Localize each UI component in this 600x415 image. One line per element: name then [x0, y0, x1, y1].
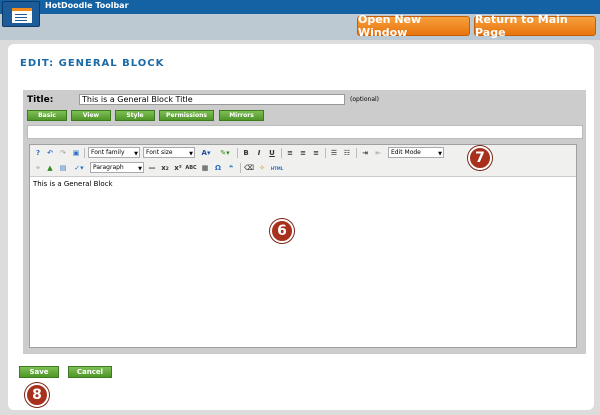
- toolbar-title-bar: HotDoodle Toolbar: [0, 0, 600, 14]
- editor-toolbar: ? ↶ ↷ ▣ Font family ▼ Font size ▼ A▾ ✎▾ B …: [30, 145, 576, 177]
- app-toolbar: HotDoodle Toolbar Open New Window Return…: [0, 0, 600, 40]
- title-label: Title:: [27, 95, 54, 105]
- subscript-icon[interactable]: x₂: [160, 163, 170, 173]
- toolbar-title: HotDoodle Toolbar: [45, 1, 129, 10]
- underline-icon[interactable]: U: [267, 148, 277, 158]
- blockquote-icon[interactable]: ❝: [226, 163, 236, 173]
- callout-badge-save: 8: [25, 383, 49, 407]
- cleanup-icon[interactable]: ✧: [257, 163, 267, 173]
- table-icon[interactable]: ▦: [200, 163, 210, 173]
- block-editor-container: Title: (optional) Basic View Style Permi…: [23, 90, 586, 354]
- outdent-icon[interactable]: ⇤: [373, 148, 383, 158]
- ordered-list-icon[interactable]: ☰: [329, 148, 339, 158]
- eraser-icon[interactable]: ⌫: [244, 163, 254, 173]
- editor-content-area[interactable]: This is a General Block: [30, 178, 576, 347]
- bold-icon[interactable]: B: [241, 148, 251, 158]
- tab-content-strip: [27, 125, 583, 139]
- insert-media-icon[interactable]: ▤: [58, 163, 68, 173]
- align-right-icon[interactable]: ≡: [311, 148, 321, 158]
- align-center-icon[interactable]: ≡: [298, 148, 308, 158]
- undo-icon[interactable]: ↶: [45, 148, 55, 158]
- title-input[interactable]: [79, 94, 345, 105]
- editor-content-text: This is a General Block: [33, 180, 113, 188]
- open-new-window-button[interactable]: Open New Window: [357, 13, 470, 39]
- paragraph-format-select[interactable]: Paragraph ▼: [90, 162, 144, 173]
- callout-badge-toolbar: 7: [468, 146, 492, 170]
- edit-mode-select[interactable]: Edit Mode ▼: [388, 147, 444, 158]
- redo-icon[interactable]: ↷: [58, 148, 68, 158]
- italic-icon[interactable]: I: [254, 148, 264, 158]
- unordered-list-icon[interactable]: ☷: [342, 148, 352, 158]
- html-icon[interactable]: HTML: [270, 163, 284, 173]
- tab-view[interactable]: View: [71, 110, 111, 121]
- return-main-page-button[interactable]: Return to Main Page: [474, 13, 596, 39]
- paragraph-format-value: Paragraph: [93, 164, 124, 171]
- strikethrough-icon[interactable]: ABC: [185, 163, 196, 173]
- callout-badge-editor: 6: [270, 219, 294, 243]
- main-panel: EDIT: GENERAL BLOCK Title: (optional) Ba…: [8, 44, 594, 410]
- edit-mode-value: Edit Mode: [391, 149, 421, 156]
- hotdoodle-logo-icon: [2, 1, 40, 27]
- optional-label: (optional): [350, 96, 379, 103]
- font-family-select[interactable]: Font family ▼: [88, 147, 140, 158]
- spellcheck-icon[interactable]: ✓▾: [71, 163, 87, 173]
- text-color-icon[interactable]: A▾: [198, 148, 214, 158]
- superscript-icon[interactable]: x²: [173, 163, 183, 173]
- save-button[interactable]: Save: [19, 366, 59, 378]
- tab-permissions[interactable]: Permissions: [159, 110, 214, 121]
- unlink-icon[interactable]: ⚭: [33, 163, 43, 173]
- special-char-icon[interactable]: Ω: [213, 163, 223, 173]
- tab-style[interactable]: Style: [115, 110, 155, 121]
- highlight-color-icon[interactable]: ✎▾: [217, 148, 233, 158]
- tab-basic[interactable]: Basic: [27, 110, 67, 121]
- horizontal-rule-icon[interactable]: —: [147, 163, 157, 173]
- page-title: EDIT: GENERAL BLOCK: [20, 58, 165, 69]
- font-size-value: Font size: [146, 149, 173, 156]
- rich-text-editor: ? ↶ ↷ ▣ Font family ▼ Font size ▼ A▾ ✎▾ B …: [29, 144, 577, 348]
- cancel-button[interactable]: Cancel: [68, 366, 112, 378]
- font-family-value: Font family: [91, 149, 125, 156]
- indent-icon[interactable]: ⇥: [360, 148, 370, 158]
- tab-mirrors[interactable]: Mirrors: [219, 110, 264, 121]
- align-left-icon[interactable]: ≡: [285, 148, 295, 158]
- font-size-select[interactable]: Font size ▼: [143, 147, 195, 158]
- insert-image-icon[interactable]: ▲: [45, 163, 55, 173]
- code-view-icon[interactable]: ▣: [71, 148, 81, 158]
- help-icon[interactable]: ?: [33, 148, 43, 158]
